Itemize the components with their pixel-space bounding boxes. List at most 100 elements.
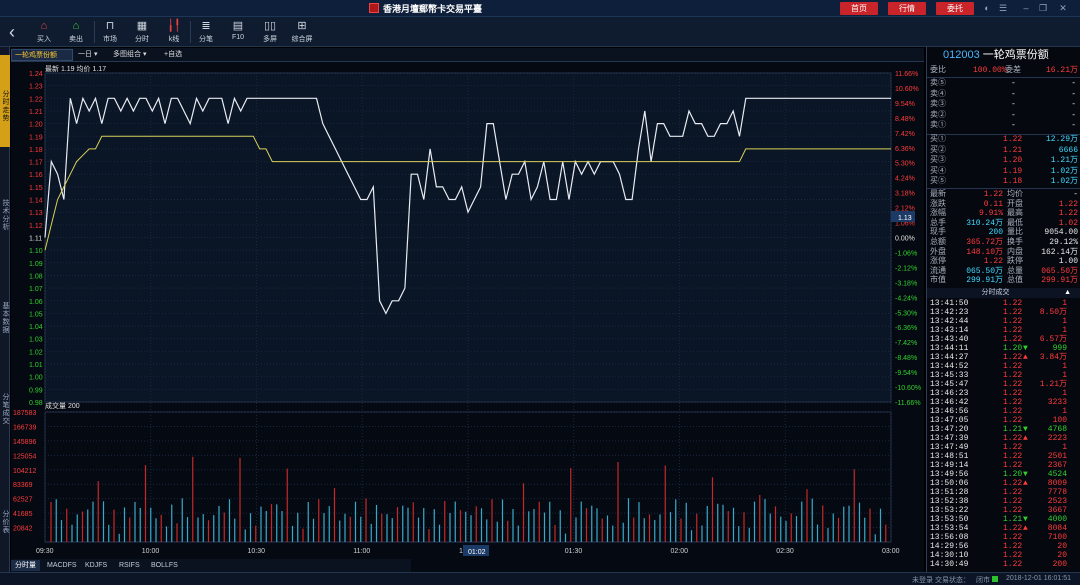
bid-row: 买⑤ 1.18 1.02万 xyxy=(927,177,1080,187)
back-arrow-icon[interactable]: ‹ xyxy=(3,21,21,43)
time-tick: 01:30 xyxy=(565,548,583,555)
minute-chart[interactable]: 1.24 1.23 1.22 1.21 1.20 1.19 1.18 1.17 1.16 1.15… xyxy=(11,62,924,559)
price-tick: 1.09 xyxy=(29,261,43,268)
kline-label: k线 xyxy=(168,36,180,43)
time-tick: 11:00 xyxy=(353,548,370,555)
market-button[interactable]: ⊓ 市场 xyxy=(94,19,126,46)
period-select[interactable]: 一日 ▾ xyxy=(75,49,100,61)
settings-icon[interactable]: ◐ xyxy=(980,2,994,15)
time-tick: 03:00 xyxy=(882,548,900,555)
close-icon[interactable]: ✕ xyxy=(1056,2,1070,15)
tick-volume: 200 xyxy=(1052,560,1067,569)
price-tick: 1.00 xyxy=(29,375,43,382)
f10-label: F10 xyxy=(231,34,245,41)
stat-row: 总手 310.24万 最低 1.02 xyxy=(927,219,1080,229)
percent-tick: -6.36% xyxy=(895,325,917,332)
volume-tick: 20842 xyxy=(13,526,33,533)
ask-level-label: 卖⑤ xyxy=(930,79,946,88)
bid-level-label: 买⑤ xyxy=(930,177,946,186)
f10-button[interactable]: ▤ F10 xyxy=(222,19,254,46)
login-status: 未登录 xyxy=(912,577,933,584)
stat-row: 涨跌 0.11 开盘 1.22 xyxy=(927,200,1080,210)
ask-level-label: 卖③ xyxy=(930,100,946,109)
stat-value: 1.22 xyxy=(1058,209,1078,219)
price-axis: 1.24 1.23 1.22 1.21 1.20 1.19 1.18 1.17 1.16 1.15… xyxy=(29,71,43,407)
stat-value: 200 xyxy=(988,228,1003,238)
price-tick: 0.98 xyxy=(29,400,43,407)
price-tick: 1.08 xyxy=(29,273,43,280)
add-watchlist-button[interactable]: +自选 xyxy=(161,49,185,61)
shopping-bag-icon: ⊓ xyxy=(105,20,115,32)
layout-select[interactable]: 多图组合 ▾ xyxy=(110,49,149,61)
bid-level-label: 买② xyxy=(930,145,946,155)
left-vertical-tabs: 分时走势 技术分析 基本数据 分笔成交 分价表 xyxy=(0,47,10,572)
divider xyxy=(927,77,1080,78)
tab-price-table[interactable]: 分价表 xyxy=(0,435,10,545)
layout-label: 多图组合 xyxy=(113,51,141,58)
minute-button[interactable]: ▦ 分时 xyxy=(126,19,158,46)
percent-tick: 3.18% xyxy=(895,191,915,198)
multiscreen-button[interactable]: ▯▯ 多屏 xyxy=(254,19,286,46)
volume-tick: 125054 xyxy=(13,453,36,460)
weicha-value: 16.21万 xyxy=(1045,66,1078,75)
ask-row: 卖⑤ - - xyxy=(927,79,1080,89)
price-tick: 1.21 xyxy=(29,109,43,116)
ask-level-label: 卖② xyxy=(930,110,946,120)
stat-label: 市值 xyxy=(930,276,946,286)
tick-button[interactable]: ≣ 分笔 xyxy=(190,19,222,46)
tab-kdj[interactable]: KDJFS xyxy=(81,560,111,571)
house-buy-icon: ⌂ xyxy=(40,20,48,32)
instrument-name-tab[interactable]: 一轮鸡票份额 xyxy=(11,49,73,61)
stat-row: 最新 1.22 均价 - xyxy=(927,190,1080,200)
percent-axis: 11.66% 10.60% 9.54% 8.48% 7.42% 6.36% 5.30% 4.2… xyxy=(895,71,921,407)
toolbar: ‹ ⌂ 买入 ⌂ 卖出 ⊓ 市场 ▦ 分时 ╽╿ k线 ≣ 分笔 ▤ F10 ▯▯ 多屏 ⊞ 综合… xyxy=(0,17,1080,47)
instrument-name: 一轮鸡票份额 xyxy=(982,49,1049,61)
minimize-icon[interactable]: – xyxy=(1019,2,1033,15)
restore-icon[interactable]: ❐ xyxy=(1036,2,1050,15)
stat-value: 9054.00 xyxy=(1044,228,1078,238)
home-button[interactable]: 首页 xyxy=(840,2,878,15)
volume-tick: 187583 xyxy=(13,410,36,417)
triangle-up-icon[interactable]: ▲ xyxy=(1064,288,1071,298)
stat-value: 148.10万 xyxy=(966,247,1003,257)
tab-rsi[interactable]: RSIFS xyxy=(115,560,144,571)
buy-button[interactable]: ⌂ 买入 xyxy=(28,19,60,46)
percent-tick: -4.24% xyxy=(895,295,917,302)
tick-header: 分时成交 ▲ xyxy=(927,288,1080,298)
time-tick: 02:00 xyxy=(671,548,689,555)
sell-button[interactable]: ⌂ 卖出 xyxy=(60,19,92,46)
price-tick: 1.07 xyxy=(29,286,43,293)
tick-time: 14:30:49 xyxy=(930,560,969,569)
volume-legend: 成交量 200 xyxy=(45,401,80,410)
tick-row: 14:30:49 1.22 200 xyxy=(927,560,1080,570)
skin-icon[interactable]: ☰ xyxy=(996,2,1010,15)
percent-tick: 9.54% xyxy=(895,101,915,108)
composite-screen-button[interactable]: ⊞ 综合屏 xyxy=(286,19,318,46)
stat-value: 0.11 xyxy=(983,199,1003,209)
weibi-row: 委比 100.00% 委差 16.21万 xyxy=(927,66,1080,76)
stat-row: 现手 200 量比 9054.00 xyxy=(927,228,1080,238)
weicha-label: 委差 xyxy=(1005,66,1021,75)
document-icon: ▤ xyxy=(232,20,244,32)
price-tick: 1.24 xyxy=(29,71,43,78)
title-bar: 香港月壇郵幣卡交易平臺 首页 行情 委托 ◐ ☰ – ❐ ✕ xyxy=(0,0,1080,17)
bid-level-label: 买③ xyxy=(930,156,946,165)
stat-value: 162.14万 xyxy=(1041,247,1078,257)
tab-technical[interactable]: 技术分析 xyxy=(0,157,10,247)
stat-value: 1.22 xyxy=(983,257,1003,267)
bid-volume: 1.21万 xyxy=(1050,156,1078,165)
stat-value: 1.02 xyxy=(1058,218,1078,228)
order-button[interactable]: 委托 xyxy=(936,2,974,15)
tab-boll[interactable]: BOLLFS xyxy=(147,560,182,571)
tab-volume[interactable]: 分时量 xyxy=(11,560,40,571)
kline-button[interactable]: ╽╿ k线 xyxy=(158,19,190,46)
tab-basic-data[interactable]: 基本数据 xyxy=(0,255,10,345)
minute-chart-area[interactable]: 1.24 1.23 1.22 1.21 1.20 1.19 1.18 1.17 1.16 1.15… xyxy=(11,62,924,572)
tab-tick-trades[interactable]: 分笔成交 xyxy=(0,352,10,432)
tab-macd[interactable]: MACDFS xyxy=(43,560,81,571)
time-tick: 10:00 xyxy=(142,548,160,555)
price-tick: 1.06 xyxy=(29,299,43,306)
composite-screen-label: 综合屏 xyxy=(291,36,313,43)
tab-minute-trend[interactable]: 分时走势 xyxy=(0,55,10,147)
quotes-button[interactable]: 行情 xyxy=(888,2,926,15)
